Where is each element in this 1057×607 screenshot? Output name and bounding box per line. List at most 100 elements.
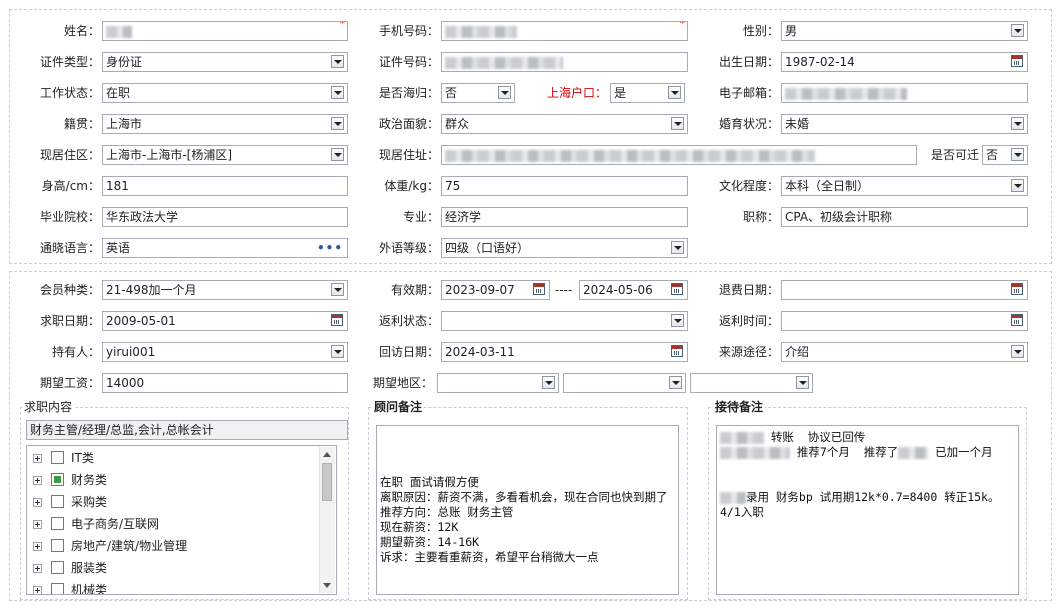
consultant-notes-textarea[interactable]: 在职 面试请假方便 离职原因：薪资不满，多看看机会，现在合同也快到期了 推荐方向… xyxy=(376,425,679,595)
chevron-down-icon[interactable] xyxy=(671,241,684,254)
more-icon[interactable]: ••• xyxy=(317,239,343,257)
returnee-select[interactable]: 否 xyxy=(441,83,515,103)
phone-field[interactable]: * xyxy=(441,21,688,41)
chevron-down-icon[interactable] xyxy=(1011,24,1024,37)
expand-icon[interactable] xyxy=(33,476,42,485)
checkbox-purchasing[interactable] xyxy=(51,495,64,508)
hukou-select[interactable]: 是 xyxy=(610,83,685,103)
visitable-select[interactable]: 否 xyxy=(982,145,1028,165)
name-field[interactable]: * xyxy=(102,21,348,41)
id-type-label: 证件类型： xyxy=(39,55,100,69)
reception-notes-text: 转账 协议已回传 xyxy=(764,430,866,444)
chevron-down-icon[interactable] xyxy=(671,314,684,327)
work-status-select[interactable]: 在职 xyxy=(102,83,348,103)
political-select[interactable]: 群众 xyxy=(441,114,688,134)
scroll-down-icon[interactable] xyxy=(323,583,331,588)
chevron-down-icon[interactable] xyxy=(331,55,344,68)
residence-area-field[interactable]: 上海市-上海市-[杨浦区] xyxy=(102,145,348,165)
valid-from-field[interactable]: 2023-09-07 xyxy=(441,280,550,300)
valid-to-field[interactable]: 2024-05-06 xyxy=(579,280,688,300)
checkbox-it[interactable] xyxy=(51,451,64,464)
marital-select[interactable]: 未婚 xyxy=(781,114,1028,134)
refund-date-field[interactable] xyxy=(781,280,1028,300)
gender-select[interactable]: 男 xyxy=(781,21,1028,41)
tree-scrollbar[interactable] xyxy=(319,447,335,593)
education-select[interactable]: 本科（全日制） xyxy=(781,176,1028,196)
foreign-level-select[interactable]: 四级（口语好） xyxy=(441,238,688,258)
member-type-select[interactable]: 21-498加一个月 xyxy=(102,280,348,300)
chevron-down-icon[interactable] xyxy=(1011,179,1024,192)
chevron-down-icon[interactable] xyxy=(796,376,809,389)
calendar-icon[interactable] xyxy=(671,345,683,357)
chevron-down-icon[interactable] xyxy=(668,86,681,99)
id-number-field[interactable] xyxy=(441,52,688,72)
language-field[interactable]: 英语 ••• xyxy=(102,238,348,258)
job-date-field[interactable]: 2009-05-01 xyxy=(102,311,348,331)
calendar-icon[interactable] xyxy=(1011,283,1023,295)
major-field[interactable]: 经济学 xyxy=(441,207,688,227)
birth-label: 出生日期： xyxy=(718,55,779,69)
birth-date-field[interactable]: 1987-02-14 xyxy=(781,52,1028,72)
region-district-select[interactable] xyxy=(690,373,813,393)
chevron-down-icon[interactable] xyxy=(331,86,344,99)
chevron-down-icon[interactable] xyxy=(331,117,344,130)
checkbox-finance[interactable] xyxy=(51,473,64,486)
region-city-select[interactable] xyxy=(563,373,686,393)
chevron-down-icon[interactable] xyxy=(331,345,344,358)
salary-field[interactable]: 14000 xyxy=(102,373,348,393)
job-category-tree[interactable]: IT类 财务类 采购类 电子商务/互联网 房地产/建筑/物业管理 服装类 机械类 xyxy=(26,445,337,595)
calendar-icon[interactable] xyxy=(671,283,683,295)
chevron-down-icon[interactable] xyxy=(671,117,684,130)
job-content-selected-field[interactable]: 财务主管/经理/总监,会计,总帐会计 xyxy=(26,420,348,440)
native-select[interactable]: 上海市 xyxy=(102,114,348,134)
scroll-up-icon[interactable] xyxy=(323,452,331,457)
expand-icon[interactable] xyxy=(33,542,42,551)
callback-date-field[interactable]: 2024-03-11 xyxy=(441,342,688,362)
calendar-icon[interactable] xyxy=(1011,314,1023,326)
chevron-down-icon[interactable] xyxy=(331,283,344,296)
holder-select[interactable]: yirui001 xyxy=(102,342,348,362)
id-type-select[interactable]: 身份证 xyxy=(102,52,348,72)
calendar-icon[interactable] xyxy=(331,314,343,326)
region-province-select[interactable] xyxy=(437,373,559,393)
valid-from-value: 2023-09-07 xyxy=(445,283,515,297)
expand-icon[interactable] xyxy=(33,520,42,529)
rebate-time-field[interactable] xyxy=(781,311,1028,331)
marital-value: 未婚 xyxy=(785,117,810,131)
school-label: 毕业院校： xyxy=(39,210,100,224)
residence-area-label: 现居住区： xyxy=(39,148,100,162)
gender-value: 男 xyxy=(785,24,798,38)
chevron-down-icon[interactable] xyxy=(669,376,682,389)
expand-icon[interactable] xyxy=(33,498,42,507)
checkbox-machinery[interactable] xyxy=(51,583,64,594)
calendar-icon[interactable] xyxy=(533,283,545,295)
checkbox-realestate[interactable] xyxy=(51,539,64,552)
chevron-down-icon[interactable] xyxy=(1011,117,1024,130)
scrollbar-thumb[interactable] xyxy=(322,463,332,501)
chevron-down-icon[interactable] xyxy=(498,86,511,99)
checkbox-apparel[interactable] xyxy=(51,561,64,574)
chevron-down-icon[interactable] xyxy=(1011,345,1024,358)
calendar-icon[interactable] xyxy=(1011,55,1023,67)
chevron-down-icon[interactable] xyxy=(331,148,344,161)
chevron-down-icon[interactable] xyxy=(1011,148,1024,161)
reception-notes-title: 接待备注 xyxy=(713,400,766,414)
address-field[interactable] xyxy=(441,145,917,165)
rebate-status-select[interactable] xyxy=(441,311,688,331)
redacted-text xyxy=(898,446,929,459)
expand-icon[interactable] xyxy=(33,586,42,594)
weight-field[interactable]: 75 xyxy=(441,176,688,196)
school-field[interactable]: 华东政法大学 xyxy=(102,207,348,227)
title-field[interactable]: CPA、初级会计职称 xyxy=(781,207,1028,227)
tree-item-label: 采购类 xyxy=(71,495,108,509)
id-number-label: 证件号码： xyxy=(378,55,439,69)
email-field[interactable] xyxy=(781,83,1028,103)
source-select[interactable]: 介绍 xyxy=(781,342,1028,362)
reception-notes-line: 录用 财务bp 试用期12k*0.7=8400 转正15k。4/1入职 xyxy=(720,490,1015,520)
checkbox-ecommerce[interactable] xyxy=(51,517,64,530)
expand-icon[interactable] xyxy=(33,564,42,573)
expand-icon[interactable] xyxy=(33,454,42,463)
chevron-down-icon[interactable] xyxy=(542,376,555,389)
reception-notes-textarea[interactable]: 转账 协议已回传 推荐7个月 推荐了 已加一个月 录用 财务bp 试用期12k*… xyxy=(716,425,1019,595)
height-field[interactable]: 181 xyxy=(102,176,348,196)
